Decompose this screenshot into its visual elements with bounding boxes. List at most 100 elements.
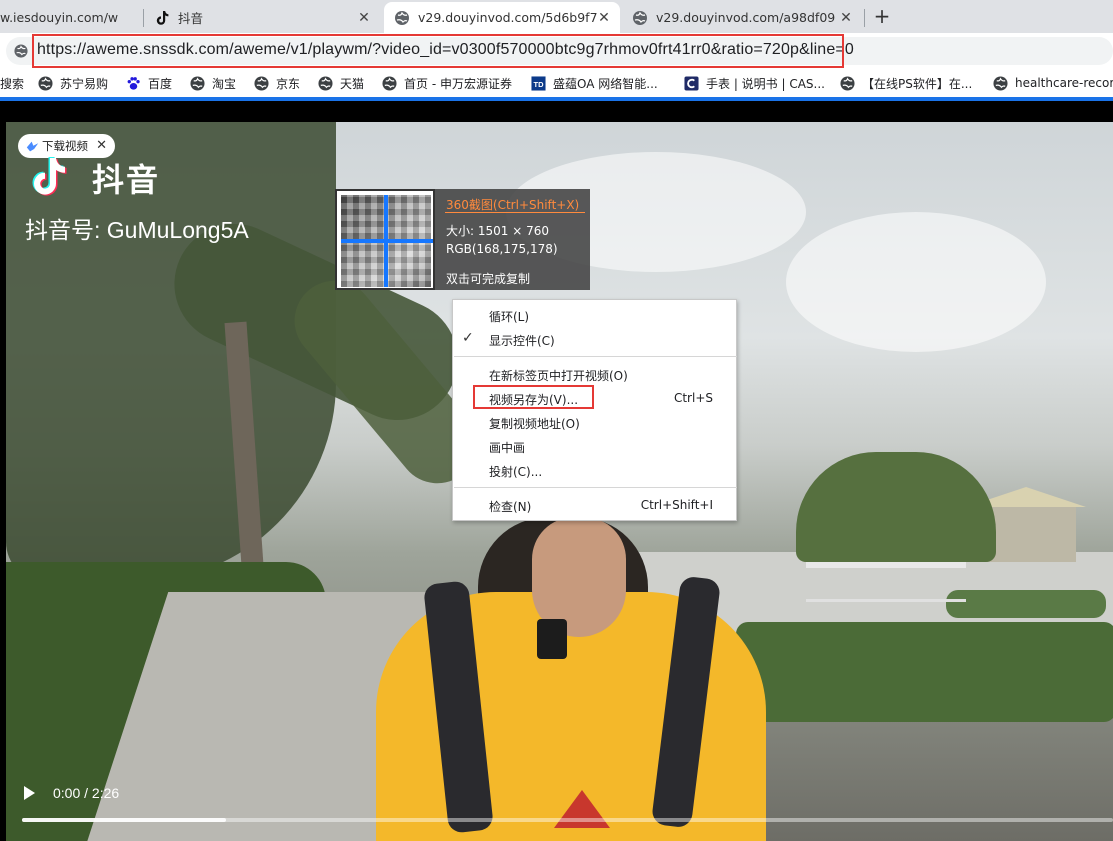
bookmark-jd[interactable]: 京东	[254, 74, 300, 92]
bookmark-baidu[interactable]: 百度	[126, 74, 172, 92]
tab-close-icon[interactable]: ✕	[596, 10, 612, 26]
tiktok-icon	[156, 10, 169, 25]
menu-item-label: 画中画	[489, 441, 526, 455]
progress-buffered	[22, 818, 227, 822]
site-info-icon[interactable]	[14, 44, 28, 58]
menu-item-cast[interactable]: 投射(C)...	[453, 459, 736, 481]
bookmark-label: 苏宁易购	[60, 76, 109, 91]
checkmark-icon: ✓	[462, 330, 474, 346]
download-label: 下载视频	[42, 139, 88, 153]
menu-item-show-controls[interactable]: ✓ 显示控件(C)	[453, 328, 736, 350]
bookmarks-bar: 搜索 苏宁易购 百度 淘宝 京东 天猫 首页 - 申万宏源证券 TD 盛蕴OA …	[0, 69, 1113, 97]
url-highlight-box	[32, 34, 844, 68]
close-icon[interactable]: ✕	[96, 138, 107, 153]
bookmark-swhy[interactable]: 首页 - 申万宏源证券	[382, 74, 512, 92]
bookmark-label: 盛蕴OA 网络智能...	[553, 76, 658, 91]
bridge-railing	[806, 562, 966, 602]
lapel-mic	[537, 619, 567, 659]
new-tab-button[interactable]: +	[872, 6, 892, 26]
tree	[796, 452, 996, 562]
bookmark-suning[interactable]: 苏宁易购	[38, 74, 108, 92]
bookmark-ps[interactable]: 【在线PS软件】在...	[840, 74, 972, 92]
capture-hint: 双击可完成复制	[446, 272, 531, 286]
capture-title-underline	[445, 212, 585, 213]
td-icon: TD	[531, 75, 546, 91]
magnifier-preview	[335, 189, 435, 290]
context-menu: 循环(L) ✓ 显示控件(C) 在新标签页中打开视频(O) 视频另存为(V)..…	[452, 299, 737, 521]
hedge	[736, 622, 1113, 722]
toolbar: https://aweme.snssdk.com/aweme/v1/playwm…	[0, 33, 1113, 69]
tab-label: w.iesdouyin.com/w	[0, 10, 119, 25]
menu-item-picture-in-picture[interactable]: 画中画	[453, 435, 736, 457]
tab-v29-second[interactable]: v29.douyinvod.com/a98df09e ✕	[624, 2, 862, 33]
progress-track[interactable]	[22, 818, 1113, 822]
save-as-highlight-box	[473, 385, 594, 409]
douyin-logo-icon	[32, 157, 67, 196]
menu-item-label: 循环(L)	[489, 310, 530, 324]
bookmark-oa[interactable]: TD 盛蕴OA 网络智能...	[531, 74, 658, 92]
globe-icon	[318, 75, 333, 91]
playback-time: 0:00 / 2:26	[53, 785, 120, 801]
tab-separator	[864, 9, 865, 27]
bookmark-casio[interactable]: 手表 | 说明书 | CAS...	[684, 74, 825, 92]
menu-separator	[454, 487, 737, 488]
tab-iesdouyin[interactable]: w.iesdouyin.com/w	[0, 2, 138, 33]
menu-item-copy-video-address[interactable]: 复制视频地址(O)	[453, 411, 736, 433]
tab-v29-active[interactable]: v29.douyinvod.com/5d6b9f7c ✕	[384, 2, 620, 33]
menu-item-label: 在新标签页中打开视频(O)	[489, 369, 628, 383]
bookmark-label: 天猫	[340, 76, 365, 91]
svg-text:TD: TD	[534, 79, 545, 88]
bookmark-label: 京东	[276, 76, 301, 91]
globe-icon	[190, 75, 205, 91]
play-icon[interactable]	[24, 786, 35, 800]
menu-item-label: 显示控件(C)	[489, 334, 555, 348]
globe-icon	[382, 75, 397, 91]
menu-item-shortcut: Ctrl+S	[673, 391, 713, 405]
tab-label: v29.douyinvod.com/5d6b9f7c	[418, 10, 598, 25]
c-icon	[684, 75, 699, 91]
page-load-accent-bar	[0, 97, 1113, 101]
menu-item-label: 复制视频地址(O)	[489, 417, 580, 431]
globe-icon	[254, 75, 269, 91]
tab-close-icon[interactable]: ✕	[838, 10, 854, 26]
bookmark-label: 手表 | 说明书 | CAS...	[706, 76, 825, 91]
bookmark-label: 淘宝	[212, 76, 237, 91]
bookmark-healthcare[interactable]: healthcare-record	[993, 74, 1113, 92]
globe-icon	[633, 10, 647, 25]
shirt-graphic	[554, 790, 610, 828]
cloud	[786, 212, 1046, 352]
bird-icon	[26, 141, 39, 151]
globe-icon	[395, 10, 409, 25]
bookmark-label: 【在线PS软件】在...	[862, 76, 973, 91]
menu-item-open-in-new-tab[interactable]: 在新标签页中打开视频(O)	[453, 363, 736, 385]
globe-icon	[38, 75, 53, 91]
menu-item-loop[interactable]: 循环(L)	[453, 304, 736, 326]
bookmark-label: 百度	[148, 76, 173, 91]
tab-separator	[143, 9, 144, 27]
tab-strip: w.iesdouyin.com/w 抖音 ✕ v29.douyinvod.com…	[0, 0, 1113, 33]
globe-icon	[840, 75, 855, 91]
menu-item-label: 检查(N)	[489, 500, 532, 514]
bookmark-label: 搜索	[0, 76, 25, 91]
bookmark-label: healthcare-record	[1015, 76, 1113, 90]
douyin-brand-text: 抖音	[92, 161, 161, 199]
capture-rgb: RGB(168,175,178)	[446, 242, 558, 256]
baidu-paw-icon	[127, 76, 140, 90]
menu-separator	[454, 356, 737, 357]
bookmark-taobao[interactable]: 淘宝	[190, 74, 236, 92]
capture-size: 大小: 1501 × 760	[446, 224, 549, 238]
hedge	[946, 590, 1106, 618]
bookmark-label: 首页 - 申万宏源证券	[404, 76, 512, 91]
menu-item-label: 投射(C)...	[489, 465, 543, 479]
crosshair-horizontal	[341, 239, 433, 243]
menu-item-shortcut: Ctrl+Shift+I	[640, 498, 713, 512]
tab-douyin[interactable]: 抖音 ✕	[150, 2, 380, 33]
globe-icon	[993, 75, 1008, 91]
menu-item-inspect[interactable]: 检查(N) Ctrl+Shift+I	[453, 494, 736, 516]
bookmark-search[interactable]: 搜索	[0, 74, 24, 92]
bookmark-tmall[interactable]: 天猫	[318, 74, 364, 92]
tab-close-icon[interactable]: ✕	[356, 10, 372, 26]
tab-label: v29.douyinvod.com/a98df09e	[656, 10, 836, 25]
tab-label: 抖音	[178, 11, 204, 26]
capture-title: 360截图(Ctrl+Shift+X)	[446, 198, 580, 212]
